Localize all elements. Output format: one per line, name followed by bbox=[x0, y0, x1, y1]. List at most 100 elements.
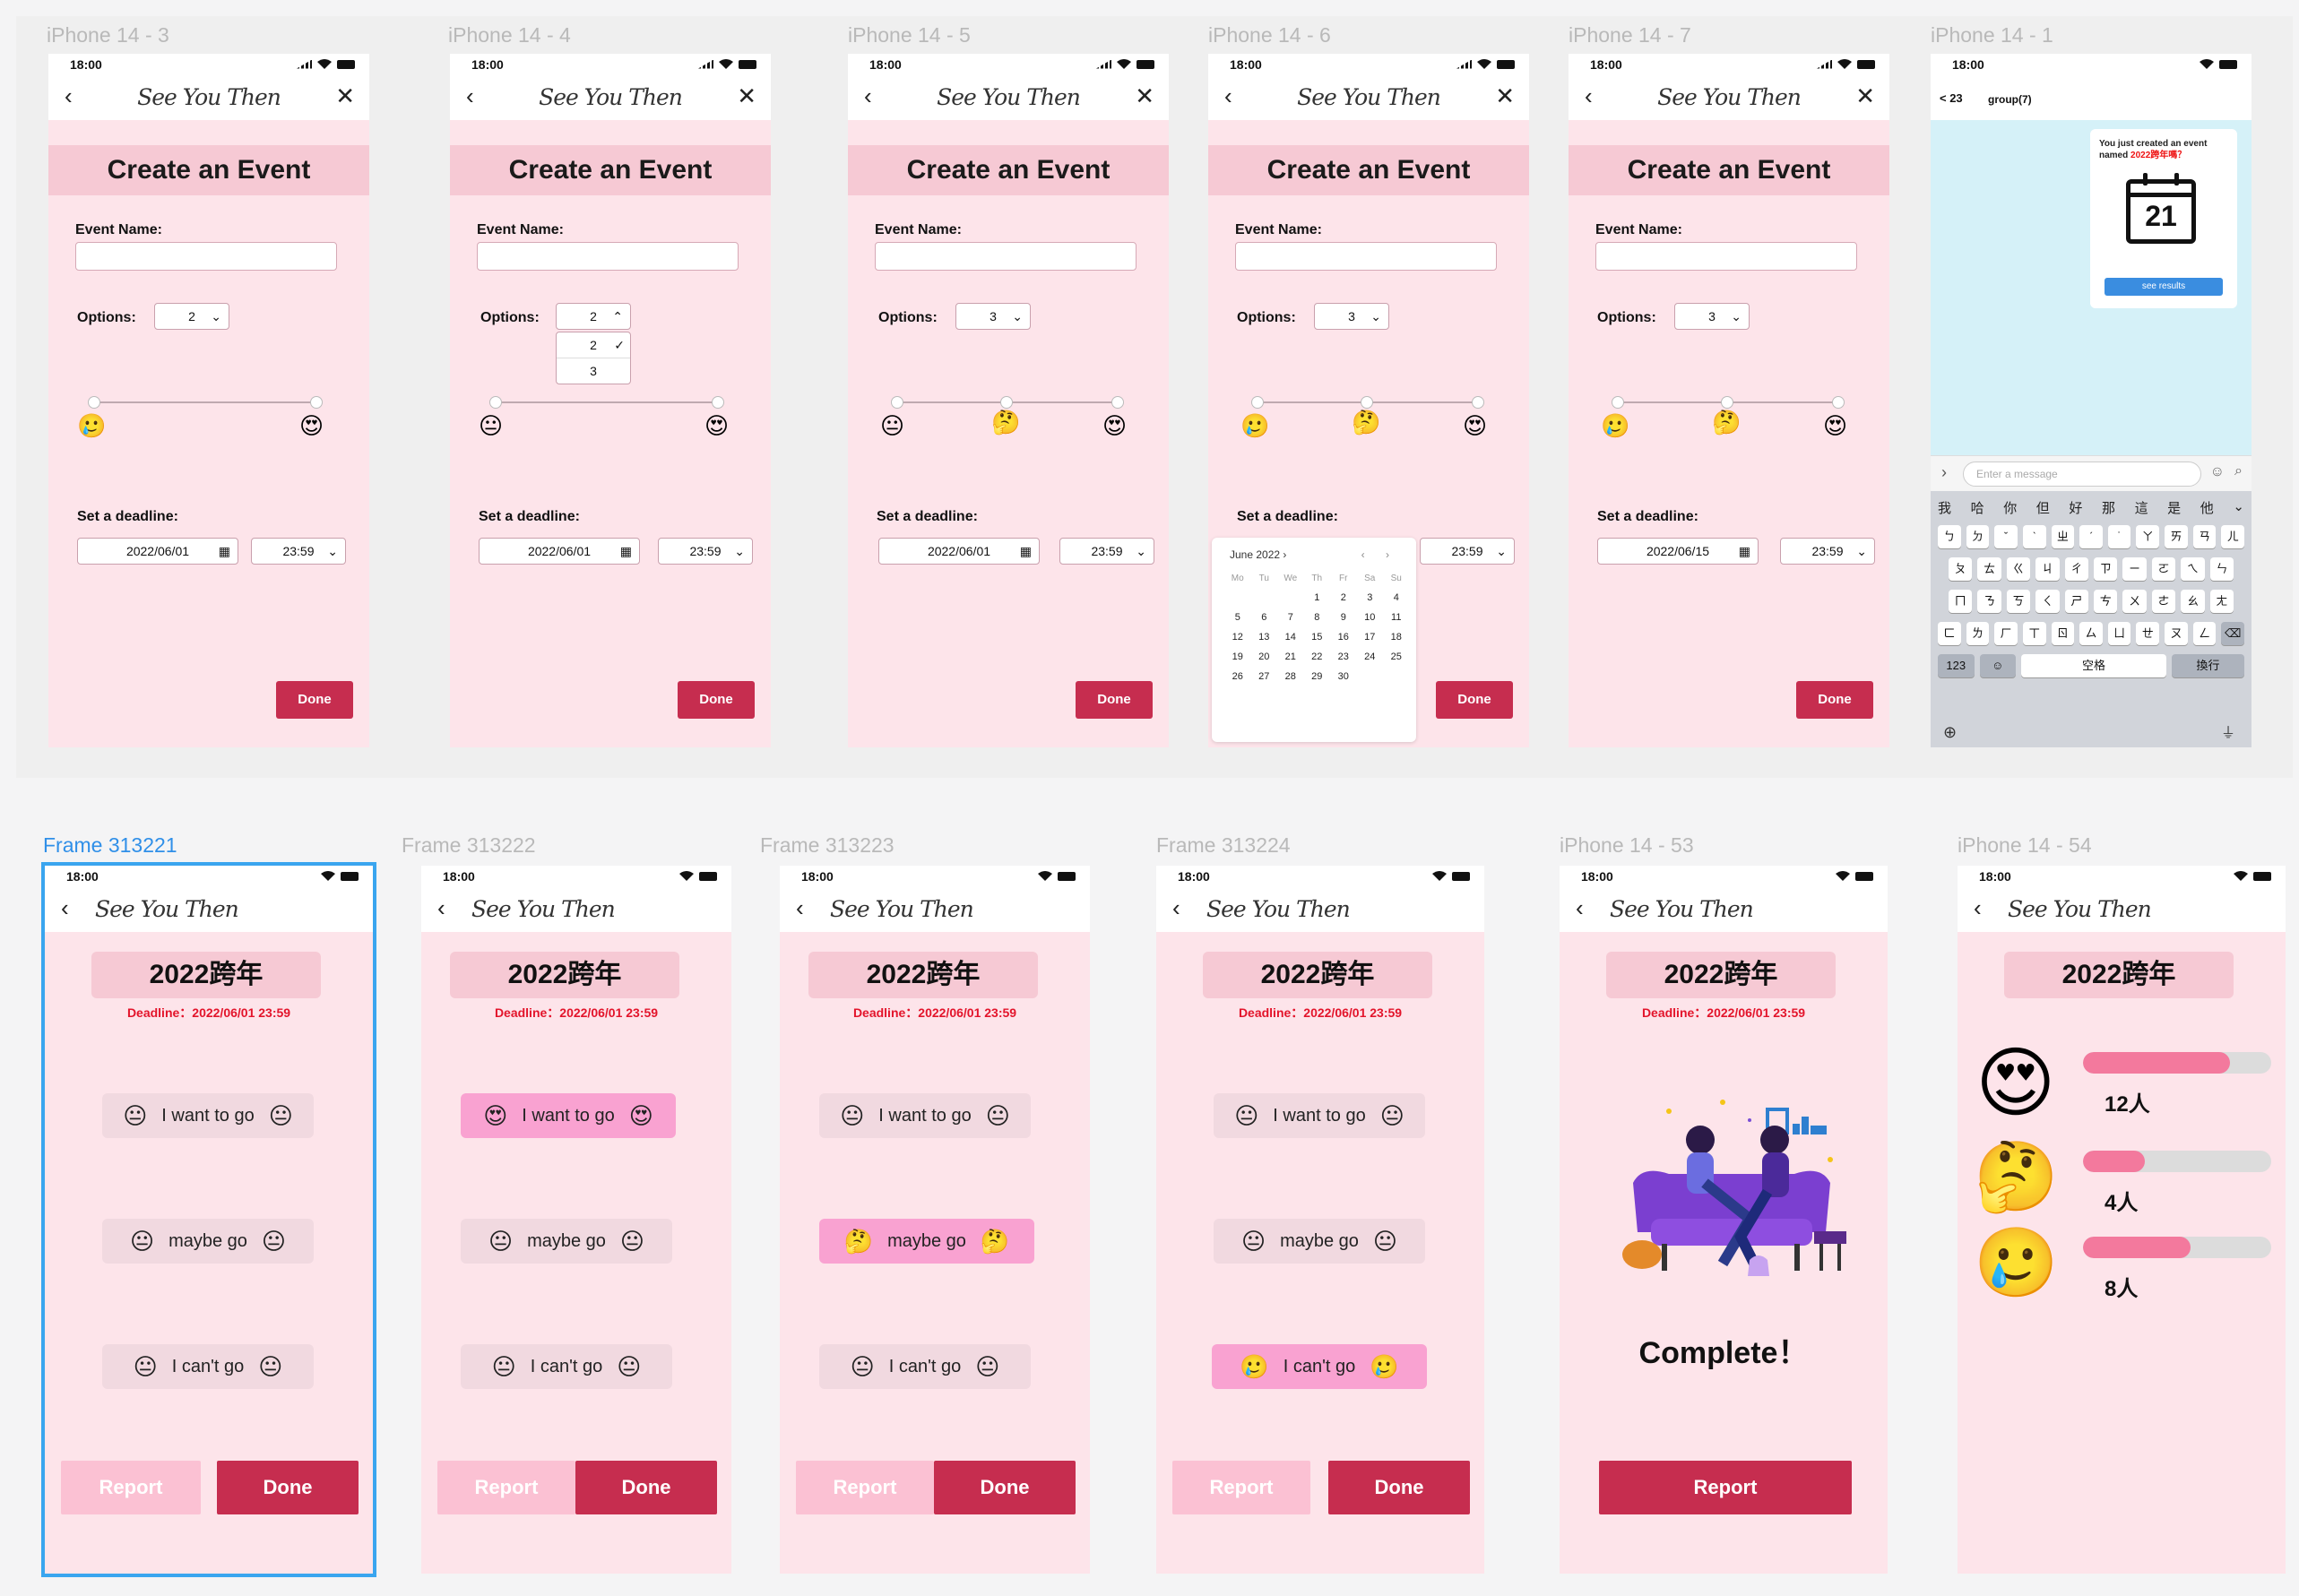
keyboard-key[interactable]: ㄡ bbox=[2165, 622, 2188, 645]
frame-label[interactable]: iPhone 14 - 6 bbox=[1208, 23, 1331, 47]
candidate-word[interactable]: 好 bbox=[2069, 498, 2082, 517]
candidate-word[interactable]: 這 bbox=[2135, 498, 2148, 517]
calendar-day[interactable]: 11 bbox=[1383, 612, 1410, 623]
mic-icon[interactable]: ⌕ bbox=[2234, 463, 2243, 479]
candidate-word[interactable]: 但 bbox=[2036, 498, 2050, 517]
frame-label[interactable]: iPhone 14 - 1 bbox=[1931, 23, 2053, 47]
keyboard-key[interactable]: ㄥ bbox=[2192, 622, 2217, 645]
keyboard-key[interactable]: ˊ bbox=[2079, 525, 2103, 548]
calendar-day[interactable]: 16 bbox=[1330, 632, 1357, 643]
close-icon[interactable]: ✕ bbox=[1495, 82, 1515, 110]
candidate-word[interactable]: 你 bbox=[2003, 498, 2017, 517]
keyboard-key[interactable]: ㄇ bbox=[1949, 590, 1973, 613]
keyboard-key[interactable]: ㄋ bbox=[1977, 590, 2001, 613]
date-picker[interactable]: 2022/06/15 ▦ bbox=[1597, 538, 1759, 565]
calendar-day[interactable]: 30 bbox=[1330, 671, 1357, 682]
close-icon[interactable]: ✕ bbox=[1135, 82, 1154, 110]
slider-node[interactable] bbox=[310, 396, 323, 409]
emoji-icon[interactable]: ☺ bbox=[2210, 464, 2225, 480]
vote-option-want[interactable]: 😐 I want to go 😐 bbox=[1214, 1093, 1425, 1138]
calendar-day[interactable]: 23 bbox=[1330, 651, 1357, 662]
calendar-day[interactable]: 2 bbox=[1330, 592, 1357, 603]
candidate-word[interactable]: ⌄ bbox=[2233, 498, 2244, 517]
keyboard-key[interactable]: ˇ bbox=[1994, 525, 2018, 548]
candidate-word[interactable]: 我 bbox=[1938, 498, 1951, 517]
calendar-day[interactable]: 10 bbox=[1357, 612, 1384, 623]
close-icon[interactable]: ✕ bbox=[335, 82, 355, 110]
keyboard-key[interactable]: ˙ bbox=[2107, 525, 2131, 548]
slider-node[interactable] bbox=[1111, 396, 1124, 409]
done-button[interactable]: Done bbox=[1436, 681, 1513, 719]
calendar-day[interactable]: 17 bbox=[1357, 632, 1384, 643]
date-picker[interactable]: 2022/06/01 ▦ bbox=[878, 538, 1040, 565]
see-results-button[interactable]: see results bbox=[2105, 278, 2223, 296]
keyboard-key[interactable]: ㄛ bbox=[2151, 557, 2176, 581]
calendar-day[interactable]: 20 bbox=[1251, 651, 1278, 662]
candidate-word[interactable]: 他 bbox=[2200, 498, 2214, 517]
calendar-day[interactable]: 5 bbox=[1224, 612, 1251, 623]
frame-label[interactable]: iPhone 14 - 54 bbox=[1958, 833, 2092, 858]
done-button[interactable]: Done bbox=[276, 681, 353, 719]
keyboard-key[interactable]: ㄞ bbox=[2165, 525, 2188, 548]
calendar-day[interactable]: 19 bbox=[1224, 651, 1251, 662]
keyboard-key[interactable]: ㄍ bbox=[2006, 557, 2031, 581]
keyboard-key[interactable]: ˋ bbox=[2022, 525, 2046, 548]
keyboard-key[interactable]: ㄝ bbox=[2136, 622, 2160, 645]
candidate-word[interactable]: 是 bbox=[2167, 498, 2181, 517]
keyboard-key[interactable]: 換行 bbox=[2172, 654, 2244, 677]
keyboard-key[interactable]: ㄌ bbox=[1966, 622, 1990, 645]
calendar-day[interactable]: 1 bbox=[1304, 592, 1331, 603]
done-button[interactable]: Done bbox=[678, 681, 755, 719]
keyboard-key[interactable]: ㄨ bbox=[2122, 590, 2147, 613]
slider-node[interactable] bbox=[1251, 396, 1264, 409]
candidate-word[interactable]: 哈 bbox=[1971, 498, 1984, 517]
slider-node[interactable] bbox=[1721, 396, 1733, 409]
keyboard-key[interactable]: ⌫ bbox=[2221, 622, 2245, 645]
options-select[interactable]: 3 ⌄ bbox=[955, 303, 1031, 330]
event-name-input[interactable] bbox=[1235, 242, 1497, 271]
calendar-nav[interactable]: ‹ › bbox=[1361, 548, 1398, 561]
calendar-day[interactable]: 15 bbox=[1304, 632, 1331, 643]
frame-label[interactable]: iPhone 14 - 53 bbox=[1560, 833, 1694, 858]
keyboard-key[interactable]: ㄢ bbox=[2192, 525, 2217, 548]
keyboard-key[interactable]: ㄉ bbox=[1966, 525, 1990, 548]
close-icon[interactable]: ✕ bbox=[1855, 82, 1875, 110]
back-icon[interactable]: ‹ bbox=[1576, 894, 1584, 922]
calendar-day[interactable]: 29 bbox=[1304, 671, 1331, 682]
keyboard-key[interactable]: ㄊ bbox=[1977, 557, 2001, 581]
calendar-day[interactable]: 7 bbox=[1277, 612, 1304, 623]
keyboard-key[interactable]: ㄒ bbox=[2022, 622, 2046, 645]
calendar-day[interactable]: 18 bbox=[1383, 632, 1410, 643]
keyboard-key[interactable]: ㄚ bbox=[2136, 525, 2160, 548]
vote-option-maybe[interactable]: 🤔 maybe go 🤔 bbox=[819, 1219, 1034, 1264]
calendar-day[interactable]: 14 bbox=[1277, 632, 1304, 643]
calendar-day[interactable]: 3 bbox=[1357, 592, 1384, 603]
report-button[interactable]: Report bbox=[437, 1461, 575, 1514]
vote-option-want[interactable]: 😍 I want to go 😍 bbox=[461, 1093, 676, 1138]
vote-option-maybe[interactable]: 😐 maybe go 😐 bbox=[1214, 1219, 1425, 1264]
calendar-day[interactable]: 27 bbox=[1251, 671, 1278, 682]
message-input[interactable]: Enter a message bbox=[1963, 462, 2201, 487]
close-icon[interactable]: ✕ bbox=[737, 82, 756, 110]
keyboard-key[interactable]: ㄦ bbox=[2221, 525, 2245, 548]
keyboard-key[interactable]: 空格 bbox=[2021, 654, 2166, 677]
calendar-day[interactable]: 24 bbox=[1357, 651, 1384, 662]
slider-node[interactable] bbox=[712, 396, 724, 409]
keyboard-key[interactable]: ㄧ bbox=[2122, 557, 2147, 581]
event-name-input[interactable] bbox=[875, 242, 1137, 271]
vote-option-maybe[interactable]: 😐 maybe go 😐 bbox=[461, 1219, 672, 1264]
frame-label[interactable]: iPhone 14 - 5 bbox=[848, 23, 971, 47]
frame-label[interactable]: iPhone 14 - 7 bbox=[1569, 23, 1691, 47]
back-icon[interactable]: ‹ bbox=[1172, 894, 1180, 922]
keyboard-key[interactable]: ㄏ bbox=[1994, 622, 2018, 645]
slider-node[interactable] bbox=[1612, 396, 1624, 409]
candidate-word[interactable]: 那 bbox=[2102, 498, 2115, 517]
event-name-input[interactable] bbox=[75, 242, 337, 271]
date-picker[interactable]: 2022/06/01 ▦ bbox=[479, 538, 640, 565]
calendar-month[interactable]: June 2022 › bbox=[1230, 548, 1286, 561]
keyboard-key[interactable]: ㄣ bbox=[2209, 557, 2234, 581]
globe-icon[interactable]: ⊕ bbox=[1943, 723, 1957, 742]
expand-icon[interactable]: › bbox=[1941, 463, 1947, 482]
chat-back-button[interactable]: < 23 bbox=[1940, 91, 1963, 105]
done-button[interactable]: Done bbox=[1796, 681, 1873, 719]
